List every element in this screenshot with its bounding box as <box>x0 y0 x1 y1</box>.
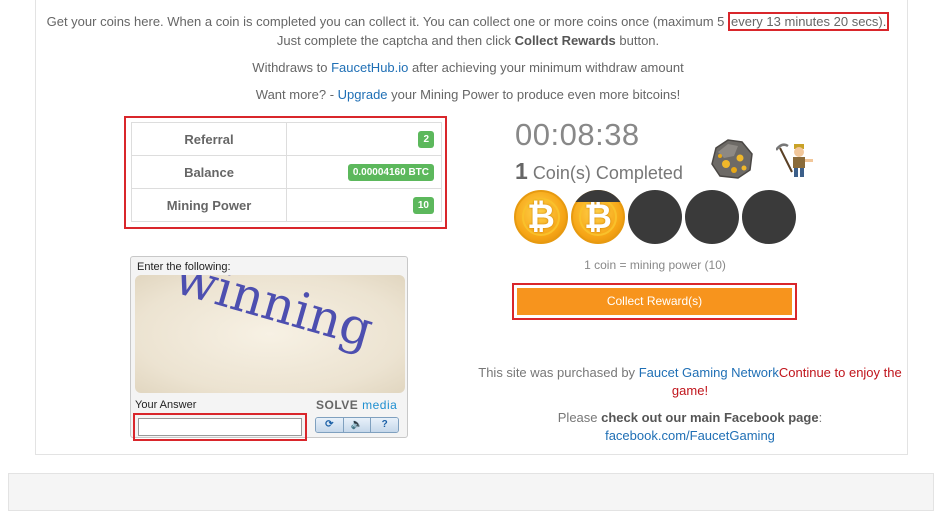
intro-text: Just complete the captcha and then click <box>276 33 511 48</box>
faucethub-link[interactable]: FaucetHub.io <box>331 60 408 75</box>
coins-completed-label: Coin(s) Completed <box>532 163 683 183</box>
referral-value-cell: 2 <box>286 122 442 156</box>
intro-text: Withdraws to <box>252 60 328 75</box>
facebook-page-mention: check out our main Facebook page <box>601 410 819 425</box>
intro-line-2: Just complete the captcha and then click… <box>0 33 936 48</box>
collect-button-highlight: Collect Reward(s) <box>512 283 797 320</box>
captcha-title: Enter the following: <box>137 261 231 273</box>
refresh-icon[interactable]: ⟳ <box>316 418 344 432</box>
help-icon[interactable]: ? <box>371 418 398 432</box>
audio-icon[interactable]: 🔈 <box>343 418 372 432</box>
collect-rewards-button[interactable]: Collect Reward(s) <box>517 288 792 315</box>
facebook-notice: Please check out our main Facebook page:… <box>478 409 902 445</box>
table-row: Balance 0.00004160 BTC <box>131 155 442 189</box>
captcha-image: winning <box>135 275 405 393</box>
intro-text: button. <box>619 33 660 48</box>
captcha-widget: Enter the following: winning Your Answer… <box>130 256 408 441</box>
collect-interval-highlight: every 13 minutes 20 secs). <box>728 12 890 31</box>
table-row: Mining Power 10 <box>131 188 442 222</box>
faucet-gaming-network-link[interactable]: Faucet Gaming Network <box>639 365 779 380</box>
mining-power-label: Mining Power <box>131 188 287 222</box>
coin-rate-text: 1 coin = mining power (10) <box>584 258 726 272</box>
footer-bar <box>8 473 934 511</box>
empty-coin-slot <box>742 190 796 244</box>
referral-label: Referral <box>131 122 287 156</box>
upgrade-link[interactable]: Upgrade <box>338 87 388 102</box>
stats-highlight-box: Referral 2 Balance 0.00004160 BTC Mining… <box>124 116 447 229</box>
facebook-link[interactable]: facebook.com/FaucetGaming <box>605 428 775 443</box>
captcha-word: winning <box>168 275 380 359</box>
intro-line-4: Want more? - Upgrade your Mining Power t… <box>0 87 936 102</box>
intro-line-3: Withdraws to FaucetHub.io after achievin… <box>0 60 936 75</box>
captcha-answer-input[interactable] <box>138 418 302 436</box>
intro-text: Want more? - <box>255 87 335 102</box>
mining-power-value-cell: 10 <box>286 188 442 222</box>
answer-input-highlight <box>133 413 307 441</box>
stats-table: Referral 2 Balance 0.00004160 BTC Mining… <box>131 122 442 222</box>
table-row: Referral 2 <box>131 122 442 156</box>
intro-text: after achieving your minimum withdraw am… <box>412 60 684 75</box>
coins-completed-count: 1 <box>515 158 528 184</box>
notice-text: Please <box>557 410 598 425</box>
answer-label: Your Answer <box>135 399 197 411</box>
coins-completed-text: 1 Coin(s) Completed <box>515 158 683 185</box>
purchase-notice: This site was purchased by Faucet Gaming… <box>478 364 902 400</box>
captcha-word-image: winning <box>168 275 380 359</box>
solvemedia-logo: SOLVE media <box>316 398 397 412</box>
intro-line-1: Get your coins here. When a coin is comp… <box>0 12 936 31</box>
completed-coin-icon: ₿ <box>514 190 568 244</box>
intro-text: your Mining Power to produce even more b… <box>391 87 681 102</box>
solvemedia-brand-media: media <box>362 398 398 412</box>
countdown-timer: 00:08:38 <box>515 117 640 152</box>
empty-coin-slot <box>685 190 739 244</box>
captcha-controls: ⟳ 🔈 ? <box>315 417 399 433</box>
in-progress-coin-icon: ₿ <box>571 190 625 244</box>
empty-coin-slot <box>628 190 682 244</box>
intro-text: Get your coins here. When a coin is comp… <box>46 14 725 29</box>
notice-text: This site was purchased by <box>478 365 636 380</box>
coin-remaining-overlay <box>571 190 625 244</box>
gold-ore-icon <box>711 139 753 179</box>
miner-icon <box>776 143 813 177</box>
collect-rewards-mention: Collect Rewards <box>514 33 616 48</box>
mining-power-badge: 10 <box>412 197 434 214</box>
solvemedia-brand-solve: SOLVE <box>316 398 359 412</box>
balance-badge: 0.00004160 BTC <box>347 164 434 181</box>
referral-badge: 2 <box>418 131 434 148</box>
notice-text: : <box>818 410 823 425</box>
balance-value-cell: 0.00004160 BTC <box>286 155 442 189</box>
balance-label: Balance <box>131 155 287 189</box>
